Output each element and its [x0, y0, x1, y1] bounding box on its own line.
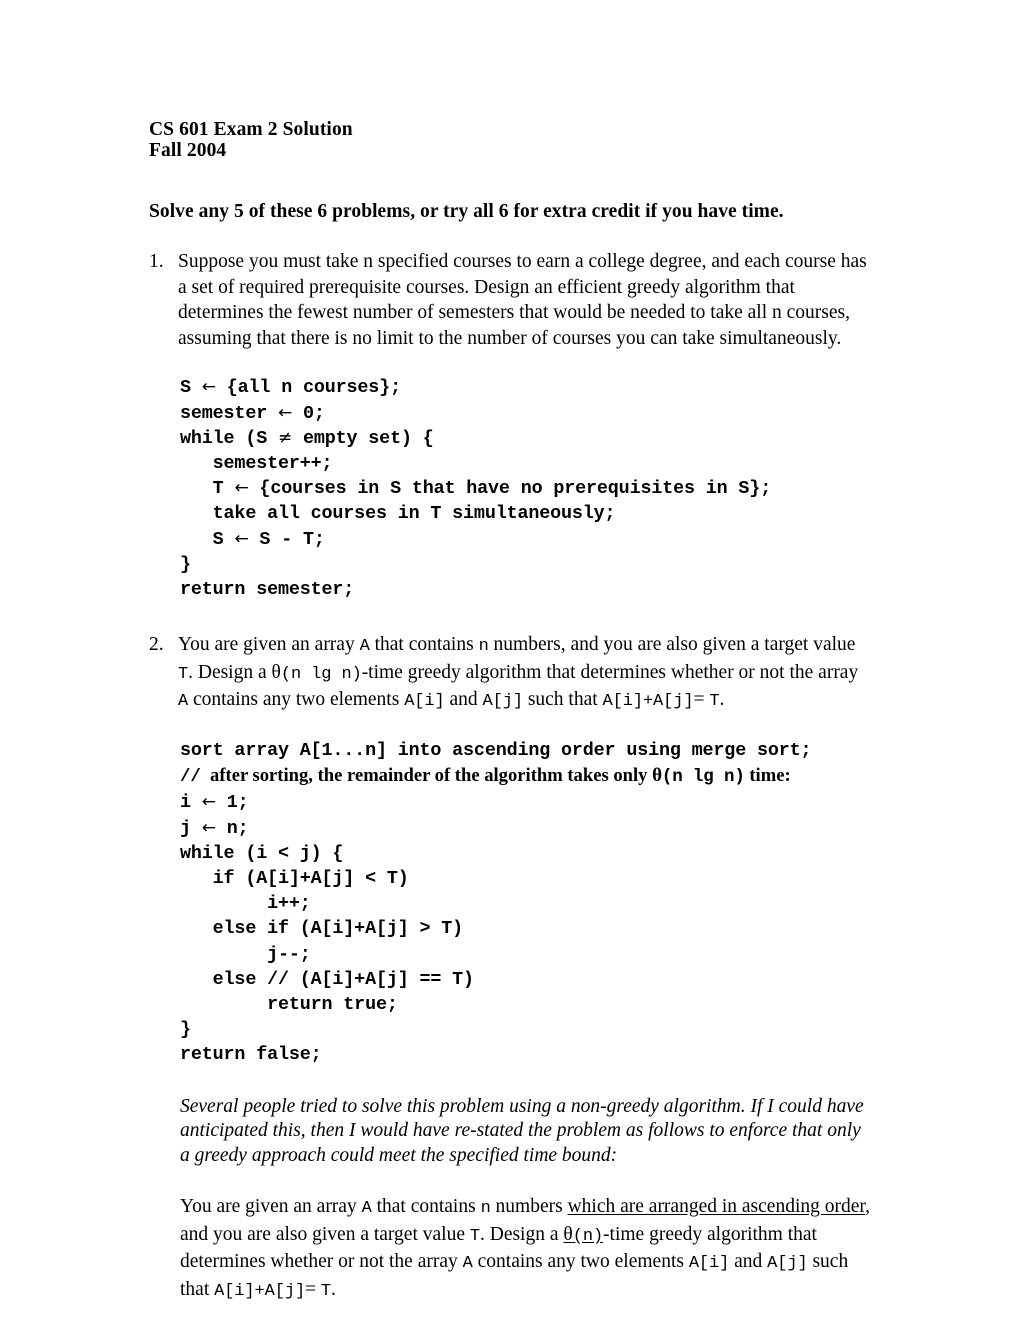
text-run: and	[729, 1251, 768, 1273]
problem-2-statement: You are given an array A that contains n…	[178, 632, 873, 715]
code-ref-array: A	[178, 692, 189, 712]
complexity-expression: (n)	[572, 1226, 604, 1246]
problem-1: 1. Suppose you must take n specified cou…	[149, 249, 873, 351]
code-line: j--;	[180, 943, 311, 965]
text-run: =	[305, 1278, 321, 1300]
left-arrow-icon: ←	[201, 377, 216, 398]
code-ref-array: A	[361, 1199, 372, 1219]
text-run: such that	[522, 689, 603, 711]
complexity-expression: (n lg n)	[280, 664, 362, 684]
code-ref-ai: A[i]	[404, 692, 445, 712]
instructor-note: Several people tried to solve this probl…	[180, 1095, 864, 1166]
code-line: take all courses in T simultaneously;	[180, 503, 616, 525]
code-line: return semester;	[180, 579, 355, 600]
comment-slashes: //	[180, 767, 201, 788]
text-run: that contains	[369, 634, 479, 656]
code-ref-sum: A[i]+A[j]	[602, 692, 694, 712]
code-line: i ← 1;	[180, 792, 249, 814]
problem-2: 2. You are given an array A that contain…	[149, 632, 873, 715]
left-arrow-icon: ←	[234, 478, 249, 499]
code-line: else if (A[i]+A[j] > T)	[180, 918, 464, 940]
code-ref-target: T	[469, 1226, 480, 1246]
code-ref-target: T	[178, 664, 189, 684]
code-line: T ← {courses in S that have no prerequis…	[180, 478, 772, 500]
problem-1-number: 1.	[149, 251, 164, 272]
not-equal-icon: ≠	[277, 427, 293, 448]
exam-instruction: Solve any 5 of these 6 problems, or try …	[149, 201, 784, 222]
code-ref-n: n	[478, 637, 489, 657]
code-line: i++;	[180, 893, 311, 915]
text-run: You are given an array	[178, 634, 360, 656]
theta-symbol: θ	[563, 1223, 573, 1245]
text-run: contains any two elements	[188, 689, 405, 711]
theta-symbol: θ	[271, 661, 281, 683]
code-line: while (S ≠ empty set) {	[180, 427, 434, 449]
code-ref-ai: A[i]	[688, 1254, 730, 1274]
code-ref-target: T	[709, 692, 720, 712]
code-line: while (i < j) {	[180, 842, 344, 864]
code-ref-aj: A[j]	[767, 1254, 808, 1274]
text-run: that contains	[371, 1196, 481, 1218]
text-run: and	[444, 689, 483, 711]
code-line: semester ← 0;	[180, 402, 325, 424]
document-content: CS 601 Exam 2 Solution Fall 2004 Solve a…	[149, 119, 873, 1305]
code-line: S ← S - T;	[180, 528, 325, 550]
text-run: . Design a	[479, 1223, 564, 1245]
text-run: -time greedy algorithm that determines w…	[361, 661, 859, 683]
text-run: contains any two elements	[472, 1251, 689, 1273]
code-line: S ← {all n courses};	[180, 377, 401, 399]
restated-problem: You are given an array A that contains n…	[180, 1194, 880, 1304]
document-term: Fall 2004	[149, 139, 227, 161]
code-line: semester++;	[180, 452, 333, 474]
code-ref-n: n	[480, 1199, 491, 1219]
text-run: numbers, and you are also given a target…	[488, 634, 856, 656]
problem-1-statement: Suppose you must take n specified course…	[178, 251, 867, 349]
left-arrow-icon: ←	[234, 528, 249, 549]
theta-symbol: θ	[652, 765, 662, 787]
code-ref-sum: A[i]+A[j]	[214, 1281, 306, 1301]
text-run: .	[331, 1278, 336, 1300]
problem-2-number: 2.	[149, 634, 164, 656]
code-line: else // (A[i]+A[j] == T)	[180, 968, 474, 990]
comment-text: after sorting, the remainder of the algo…	[200, 765, 653, 787]
underlined-phrase-ascending: which are arranged in ascending order	[567, 1196, 866, 1218]
left-arrow-icon: ←	[277, 402, 293, 423]
code-ref-array: A	[462, 1254, 473, 1274]
text-run: . Design a	[188, 661, 272, 683]
code-ref-array: A	[359, 637, 370, 657]
problem-1-code-block: S ← {all n courses}; semester ← 0; while (…	[180, 375, 873, 602]
code-line: return true;	[180, 994, 398, 1016]
complexity-expression: (n lg n)	[661, 767, 745, 788]
comment-text-tail: time:	[744, 765, 791, 787]
code-ref-target: T	[320, 1281, 332, 1301]
text-run: numbers	[490, 1196, 568, 1218]
code-line: j ← n;	[180, 817, 249, 839]
text-run: .	[719, 689, 725, 711]
code-line: }	[180, 553, 191, 575]
document-page: CS 601 Exam 2 Solution Fall 2004 Solve a…	[0, 0, 1020, 1320]
code-line: return false;	[180, 1044, 322, 1066]
problem-2-code-block: sort array A[1...n] into ascending order…	[180, 738, 873, 1068]
code-comment-line: // after sorting, the remainder of the a…	[180, 763, 873, 790]
code-line: }	[180, 1019, 191, 1041]
left-arrow-icon: ←	[201, 792, 216, 813]
document-title: CS 601 Exam 2 Solution	[149, 119, 353, 140]
text-run: You are given an array	[180, 1196, 362, 1218]
underlined-complexity: θ(n)	[563, 1223, 604, 1246]
text-run: =	[693, 689, 710, 711]
code-line: if (A[i]+A[j] < T)	[180, 868, 409, 889]
left-arrow-icon: ←	[201, 817, 216, 838]
code-ref-aj: A[j]	[482, 692, 524, 712]
code-line: sort array A[1...n] into ascending order…	[180, 739, 812, 761]
